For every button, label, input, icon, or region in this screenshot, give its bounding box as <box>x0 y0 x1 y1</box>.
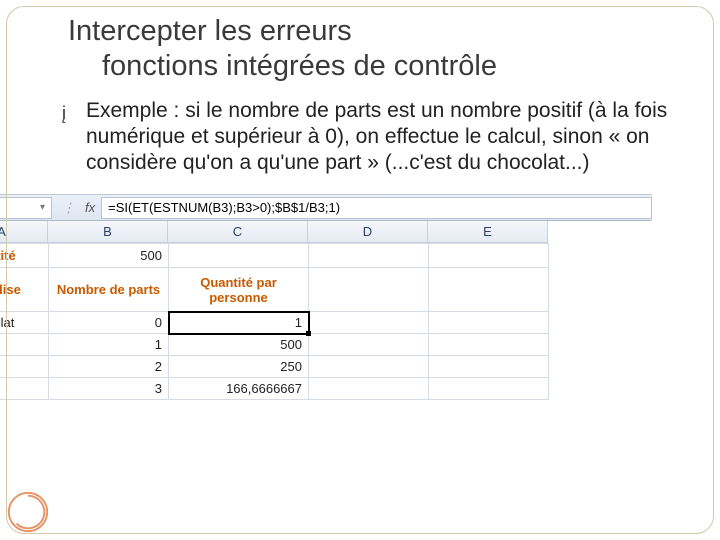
formula-text: =SI(ET(ESTNUM(B3);B3>0);$B$1/B3;1) <box>108 200 340 215</box>
body-lead: Exemple <box>86 99 168 122</box>
formula-bar-divider: ⋮ <box>52 200 85 216</box>
cell[interactable]: Nombre de parts <box>49 268 169 312</box>
body-paragraph: į Exemple : si le nombre de parts est un… <box>68 98 672 177</box>
cell[interactable]: 0 <box>49 312 169 334</box>
title-line-1: Intercepter les erreurs <box>68 15 352 47</box>
cell[interactable] <box>169 244 309 268</box>
cell[interactable] <box>0 356 49 378</box>
excel-screenshot: C3 ▾ ⋮ fx =SI(ET(ESTNUM(B3);B3>0);$B$1/B… <box>0 194 652 400</box>
cell[interactable] <box>309 334 429 356</box>
cell[interactable]: 1 <box>49 334 169 356</box>
cell[interactable] <box>0 334 49 356</box>
spreadsheet-grid: ABCDE 123456 Quantité500FriandiseNombre … <box>0 221 652 400</box>
cell[interactable] <box>309 312 429 334</box>
cell[interactable]: Quantité par personne <box>169 268 309 312</box>
cell[interactable] <box>309 268 429 312</box>
cell[interactable]: Quantité <box>0 244 49 268</box>
title-line-2: fonctions intégrées de contrôle <box>68 49 672 84</box>
cell[interactable]: Friandise <box>0 268 49 312</box>
cell[interactable] <box>429 244 549 268</box>
cell[interactable]: 250 <box>169 356 309 378</box>
bullet-icon: į <box>62 102 66 125</box>
cell[interactable] <box>309 378 429 400</box>
cell[interactable] <box>429 334 549 356</box>
cell[interactable] <box>429 378 549 400</box>
cell[interactable]: 500 <box>169 334 309 356</box>
cell[interactable] <box>309 244 429 268</box>
cell[interactable] <box>429 312 549 334</box>
cell[interactable] <box>309 356 429 378</box>
cell[interactable]: 3 <box>49 378 169 400</box>
cell[interactable]: 2 <box>49 356 169 378</box>
formula-input[interactable]: =SI(ET(ESTNUM(B3);B3>0);$B$1/B3;1) <box>101 197 652 219</box>
cell[interactable]: Chocolat <box>0 312 49 334</box>
cells[interactable]: Quantité500FriandiseNombre de partsQuant… <box>0 243 549 400</box>
column-header[interactable]: E <box>428 221 548 243</box>
column-header[interactable]: B <box>48 221 168 243</box>
cell[interactable]: 1 <box>169 312 309 334</box>
cell[interactable] <box>429 356 549 378</box>
cell[interactable] <box>0 378 49 400</box>
column-header[interactable]: A <box>0 221 48 243</box>
slide-title: Intercepter les erreurs fonctions intégr… <box>68 14 672 84</box>
body-rest: : si le nombre de parts est un nombre po… <box>86 99 667 175</box>
cell[interactable] <box>429 268 549 312</box>
name-box[interactable]: C3 ▾ <box>0 197 52 219</box>
formula-bar: C3 ▾ ⋮ fx =SI(ET(ESTNUM(B3);B3>0);$B$1/B… <box>0 195 652 221</box>
column-headers: ABCDE <box>0 221 548 243</box>
fx-icon[interactable]: fx <box>85 200 101 215</box>
column-header[interactable]: C <box>168 221 308 243</box>
cell[interactable]: 500 <box>49 244 169 268</box>
column-header[interactable]: D <box>308 221 428 243</box>
decorative-swirl-icon <box>4 488 52 536</box>
name-box-dropdown-icon[interactable]: ▾ <box>40 202 45 213</box>
cell[interactable]: 166,6666667 <box>169 378 309 400</box>
